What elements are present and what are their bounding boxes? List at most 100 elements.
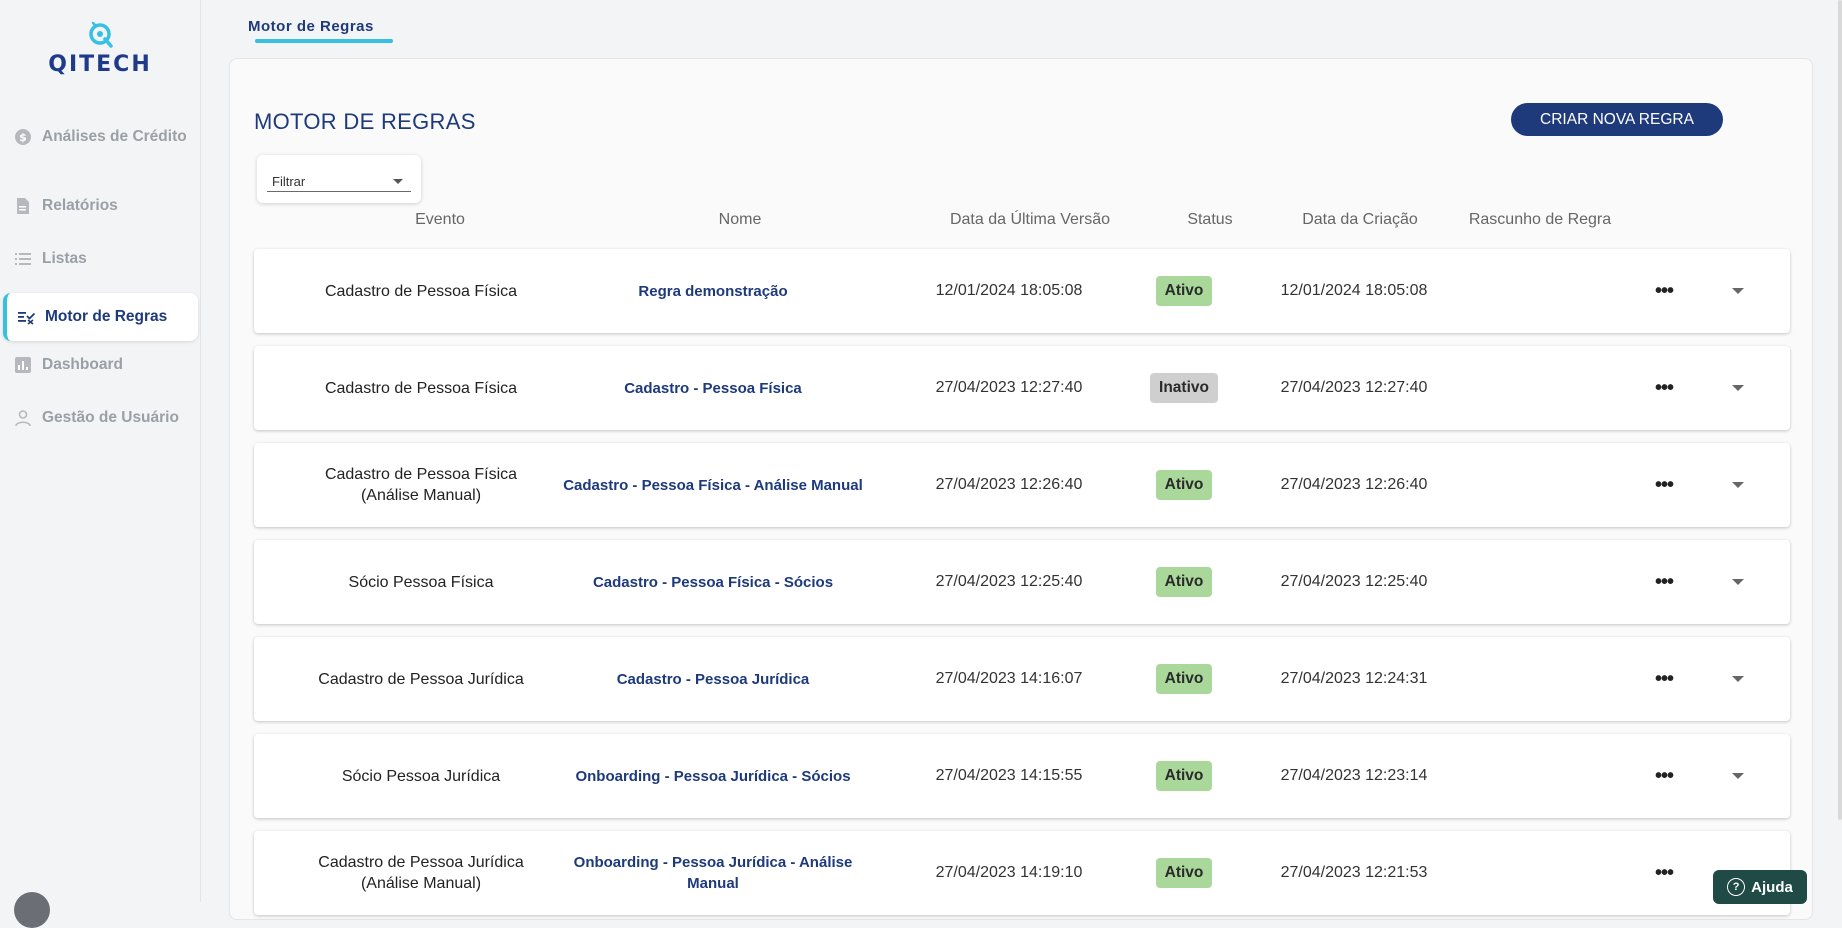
cell-criacao: 27/04/2023 12:23:14 [1280,767,1428,784]
table-row[interactable]: Cadastro de Pessoa Física (Análise Manua… [254,443,1790,527]
cell-nome[interactable]: Onboarding - Pessoa Jurídica - Sócios [546,734,880,818]
expand-row-button[interactable] [1720,637,1756,721]
status-badge: Inativo [1150,373,1218,403]
column-header-rascunho: Rascunho de Regra [1468,211,1612,228]
sidebar-item-relatorios[interactable]: Relatórios [0,187,200,235]
column-header-nome: Nome [718,211,762,228]
sidebar-item-label: Listas [42,250,87,267]
sidebar: QITECH $ Análises de Crédito Relatórios [0,0,201,928]
cell-nome[interactable]: Onboarding - Pessoa Jurídica - Análise M… [546,831,880,915]
sidebar-item-label: Motor de Regras [45,308,168,325]
scrollbar[interactable] [1838,0,1842,820]
expand-row-button[interactable] [1720,249,1756,333]
sidebar-item-gestao-usuario[interactable]: Gestão de Usuário [0,399,200,447]
table-row[interactable]: Cadastro de Pessoa Jurídica (Análise Man… [254,831,1790,915]
create-rule-button[interactable]: CRIAR NOVA REGRA [1511,103,1723,136]
expand-row-button[interactable] [1720,346,1756,430]
filter-box: Filtrar [257,155,421,203]
cell-status: Ativo [1134,249,1234,333]
cell-ultima-versao: 27/04/2023 12:26:40 [935,476,1083,493]
help-label: Ajuda [1751,878,1793,896]
rules-table-body: Cadastro de Pessoa Física Regra demonstr… [254,249,1790,928]
cell-criacao: 27/04/2023 12:24:31 [1280,670,1428,687]
status-badge: Ativo [1155,761,1213,791]
cell-evento: Sócio Pessoa Jurídica [341,767,501,785]
sidebar-item-label: Relatórios [42,197,118,214]
sidebar-nav: $ Análises de Crédito Relatórios Listas [0,118,200,452]
cell-nome[interactable]: Cadastro - Pessoa Física [546,346,880,430]
cell-nome[interactable]: Cadastro - Pessoa Física - Sócios [546,540,880,624]
sidebar-item-listas[interactable]: Listas [0,240,200,288]
more-options-button[interactable]: ••• [1646,540,1682,624]
cell-ultima-versao: 27/04/2023 14:19:10 [935,864,1083,881]
chevron-down-icon [393,179,403,184]
cell-ultima-versao: 27/04/2023 14:15:55 [935,767,1083,784]
more-options-button[interactable]: ••• [1646,637,1682,721]
logo[interactable]: QITECH [0,20,200,77]
more-horizontal-icon: ••• [1654,862,1674,884]
more-options-button[interactable]: ••• [1646,346,1682,430]
table-row[interactable]: Sócio Pessoa Jurídica Onboarding - Pesso… [254,734,1790,818]
sidebar-item-dashboard[interactable]: Dashboard [0,346,200,394]
filter-select[interactable]: Filtrar [267,171,411,192]
cell-status: Ativo [1134,734,1234,818]
cell-nome[interactable]: Regra demonstração [546,249,880,333]
more-options-button[interactable]: ••• [1646,831,1682,915]
cell-nome[interactable]: Cadastro - Pessoa Física - Análise Manua… [546,443,880,527]
cell-ultima-versao: 12/01/2024 18:05:08 [935,282,1083,299]
more-options-button[interactable]: ••• [1646,734,1682,818]
column-header-evento: Evento [415,211,465,228]
table-row[interactable]: Cadastro de Pessoa Física Regra demonstr… [254,249,1790,333]
cell-status: Ativo [1134,540,1234,624]
user-icon [15,410,31,427]
expand-row-button[interactable] [1720,734,1756,818]
cell-evento: Cadastro de Pessoa Física [324,379,518,397]
table-row[interactable]: Cadastro de Pessoa Jurídica Cadastro - P… [254,637,1790,721]
user-avatar[interactable] [14,892,50,928]
more-horizontal-icon: ••• [1654,280,1674,302]
sidebar-item-motor-de-regras[interactable]: Motor de Regras [3,293,198,341]
more-horizontal-icon: ••• [1654,474,1674,496]
more-horizontal-icon: ••• [1654,571,1674,593]
more-horizontal-icon: ••• [1654,765,1674,787]
chevron-down-icon [1732,385,1744,391]
cell-ultima-versao: 27/04/2023 12:25:40 [935,573,1083,590]
expand-row-button[interactable] [1720,443,1756,527]
sidebar-item-label: Dashboard [42,356,123,373]
help-button[interactable]: ? Ajuda [1713,870,1807,904]
chevron-down-icon [1732,773,1744,779]
sidebar-item-analises-credito[interactable]: $ Análises de Crédito [0,118,200,182]
sidebar-item-label: Gestão de Usuário [42,409,179,426]
table-header: Evento Nome Data da Última Versão Status… [230,211,1812,235]
expand-row-button[interactable] [1720,540,1756,624]
cell-evento: Sócio Pessoa Física [348,573,494,591]
filter-label: Filtrar [272,174,306,189]
question-icon: ? [1727,878,1746,896]
sidebar-item-label: Análises de Crédito [42,128,187,145]
bar-chart-icon [15,357,31,373]
more-options-button[interactable]: ••• [1646,443,1682,527]
cell-status: Inativo [1134,346,1234,430]
cell-criacao: 27/04/2023 12:21:53 [1280,864,1428,881]
cell-status: Ativo [1134,443,1234,527]
more-options-button[interactable]: ••• [1646,249,1682,333]
rules-icon [18,312,35,325]
table-row[interactable]: Sócio Pessoa Física Cadastro - Pessoa Fí… [254,540,1790,624]
status-badge: Ativo [1155,858,1213,888]
list-icon [15,253,31,265]
column-header-criacao: Data da Criação [1302,211,1418,228]
page-title: MOTOR DE REGRAS [254,109,476,134]
cell-evento: Cadastro de Pessoa Jurídica (Análise Man… [318,854,524,892]
status-badge: Ativo [1155,276,1213,306]
cell-criacao: 27/04/2023 12:27:40 [1280,379,1428,396]
svg-text:$: $ [19,131,27,144]
cell-evento: Cadastro de Pessoa Física [324,282,518,300]
chevron-down-icon [1732,676,1744,682]
cell-criacao: 27/04/2023 12:25:40 [1280,573,1428,590]
tab-motor-de-regras[interactable]: Motor de Regras [248,18,374,35]
status-badge: Ativo [1155,470,1213,500]
qitech-logo-icon [89,21,113,48]
cell-nome[interactable]: Cadastro - Pessoa Jurídica [546,637,880,721]
table-row[interactable]: Cadastro de Pessoa Física Cadastro - Pes… [254,346,1790,430]
chevron-down-icon [1732,482,1744,488]
